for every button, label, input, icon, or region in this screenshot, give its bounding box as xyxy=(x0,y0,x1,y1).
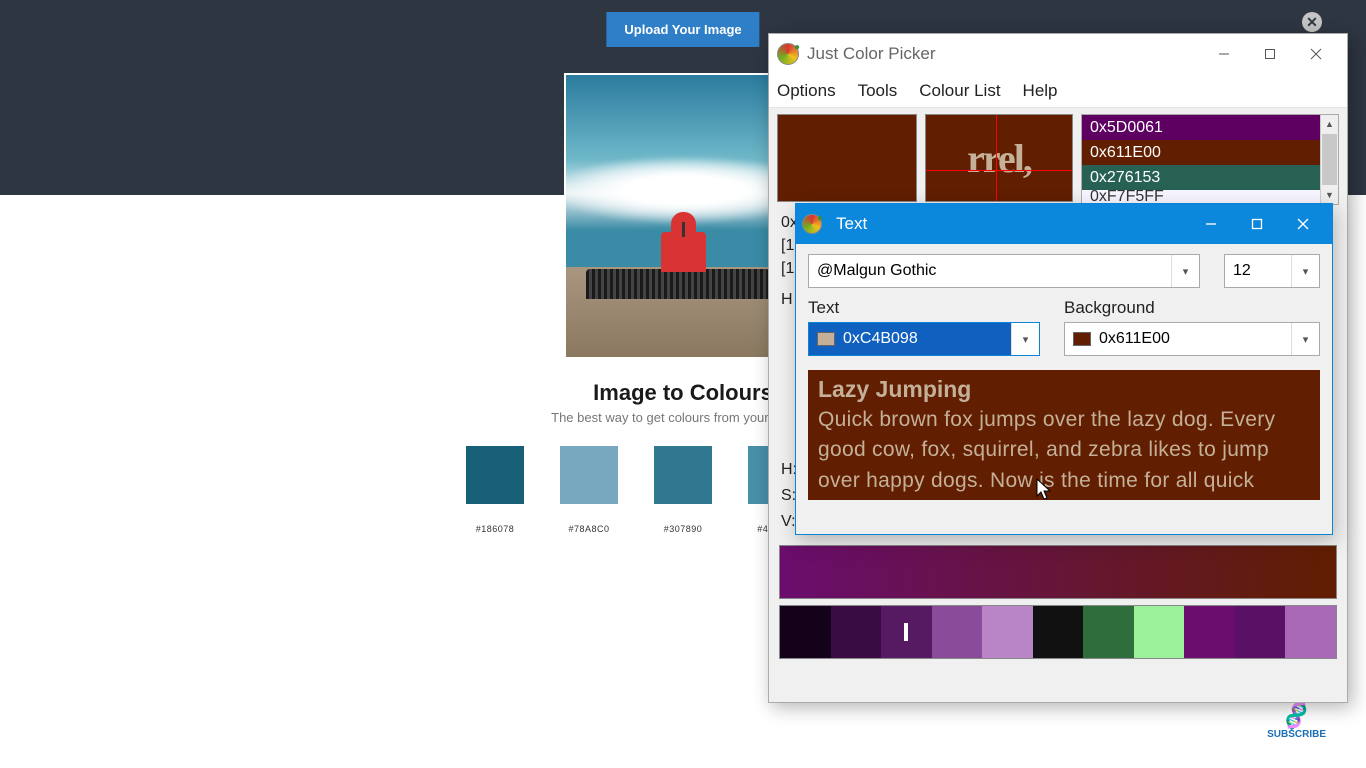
palette-cell[interactable] xyxy=(1184,606,1235,658)
bg-color-select[interactable]: 0x611E00 ▾ xyxy=(1064,322,1320,356)
close-button[interactable] xyxy=(1280,204,1326,244)
palette-cell[interactable] xyxy=(1033,606,1084,658)
app-icon xyxy=(777,43,799,65)
bg-color-value: 0x611E00 xyxy=(1099,330,1170,348)
palette-cell[interactable] xyxy=(881,606,932,658)
font-size-value: 12 xyxy=(1225,262,1291,280)
chevron-down-icon[interactable]: ▾ xyxy=(1011,323,1039,355)
preview-body: Quick brown fox jumps over the lazy dog.… xyxy=(818,405,1310,496)
palette-cell[interactable] xyxy=(780,606,831,658)
font-value: @Malgun Gothic xyxy=(809,262,1171,280)
colour-list-row[interactable]: 0x611E00 xyxy=(1082,140,1320,165)
maximize-button[interactable] xyxy=(1247,39,1293,69)
text-preview-pane: Lazy Jumping Quick brown fox jumps over … xyxy=(808,370,1320,500)
close-icon[interactable]: ✕ xyxy=(1302,12,1322,32)
zoom-preview: rrel, xyxy=(925,114,1073,202)
app-icon xyxy=(802,214,822,234)
palette-cell[interactable] xyxy=(932,606,983,658)
window-title: Just Color Picker xyxy=(807,44,935,64)
palette-cell[interactable] xyxy=(1134,606,1185,658)
minimize-button[interactable] xyxy=(1188,204,1234,244)
scrollbar[interactable]: ▲ ▼ xyxy=(1320,115,1338,204)
swatch-hex: #307890 xyxy=(654,524,712,534)
font-select[interactable]: @Malgun Gothic ▾ xyxy=(808,254,1200,288)
swatch[interactable]: #186078 xyxy=(466,446,524,534)
scroll-down-icon[interactable]: ▼ xyxy=(1321,186,1338,204)
colour-list-row[interactable]: 0xF7F5FF xyxy=(1082,190,1320,204)
colour-list: 0x5D0061 0x611E00 0x276153 0xF7F5FF ▲ ▼ xyxy=(1081,114,1339,205)
text-color-value: 0xC4B098 xyxy=(843,330,918,348)
current-color-swatch xyxy=(777,114,917,202)
color-chip xyxy=(817,332,835,346)
bg-color-label: Background xyxy=(1064,298,1155,318)
preview-title: Lazy Jumping xyxy=(818,376,1310,403)
scroll-thumb[interactable] xyxy=(1322,134,1337,185)
text-titlebar[interactable]: Text xyxy=(796,204,1332,244)
swatch-hex: #78A8C0 xyxy=(560,524,618,534)
menu-options[interactable]: Options xyxy=(777,81,836,101)
swatch[interactable]: #78A8C0 xyxy=(560,446,618,534)
colour-list-row[interactable]: 0x5D0061 xyxy=(1082,115,1320,140)
zoom-text: rrel, xyxy=(967,135,1031,182)
gradient-bar[interactable] xyxy=(779,545,1337,599)
palette-cell[interactable] xyxy=(982,606,1033,658)
menu-tools[interactable]: Tools xyxy=(858,81,898,101)
titlebar[interactable]: Just Color Picker xyxy=(769,34,1347,74)
menubar: Options Tools Colour List Help xyxy=(769,74,1347,108)
swatch[interactable]: #307890 xyxy=(654,446,712,534)
font-size-select[interactable]: 12 ▾ xyxy=(1224,254,1320,288)
uploaded-image-preview xyxy=(564,73,802,359)
palette-cell[interactable] xyxy=(1235,606,1286,658)
swatch-hex: #186078 xyxy=(466,524,524,534)
upload-button[interactable]: Upload Your Image xyxy=(606,12,759,47)
maximize-button[interactable] xyxy=(1234,204,1280,244)
palette-cell[interactable] xyxy=(1285,606,1336,658)
text-preview-window: Text @Malgun Gothic ▾ 12 ▾ Text Backgrou… xyxy=(795,203,1333,535)
text-color-select[interactable]: 0xC4B098 ▾ xyxy=(808,322,1040,356)
palette-cell[interactable] xyxy=(1083,606,1134,658)
colour-list-row[interactable]: 0x276153 xyxy=(1082,165,1320,190)
color-chip xyxy=(1073,332,1091,346)
menu-help[interactable]: Help xyxy=(1023,81,1058,101)
chevron-down-icon[interactable]: ▾ xyxy=(1171,255,1199,287)
chevron-down-icon[interactable]: ▾ xyxy=(1291,255,1319,287)
palette-cell[interactable] xyxy=(831,606,882,658)
close-button[interactable] xyxy=(1293,39,1339,69)
menu-colour-list[interactable]: Colour List xyxy=(919,81,1000,101)
scroll-up-icon[interactable]: ▲ xyxy=(1321,115,1338,133)
text-window-title: Text xyxy=(836,214,867,234)
chevron-down-icon[interactable]: ▾ xyxy=(1291,323,1319,355)
text-color-label: Text xyxy=(808,298,1040,318)
subscribe-badge[interactable]: 🧬 SUBSCRIBE xyxy=(1267,703,1326,740)
palette-row xyxy=(779,605,1337,659)
minimize-button[interactable] xyxy=(1201,39,1247,69)
